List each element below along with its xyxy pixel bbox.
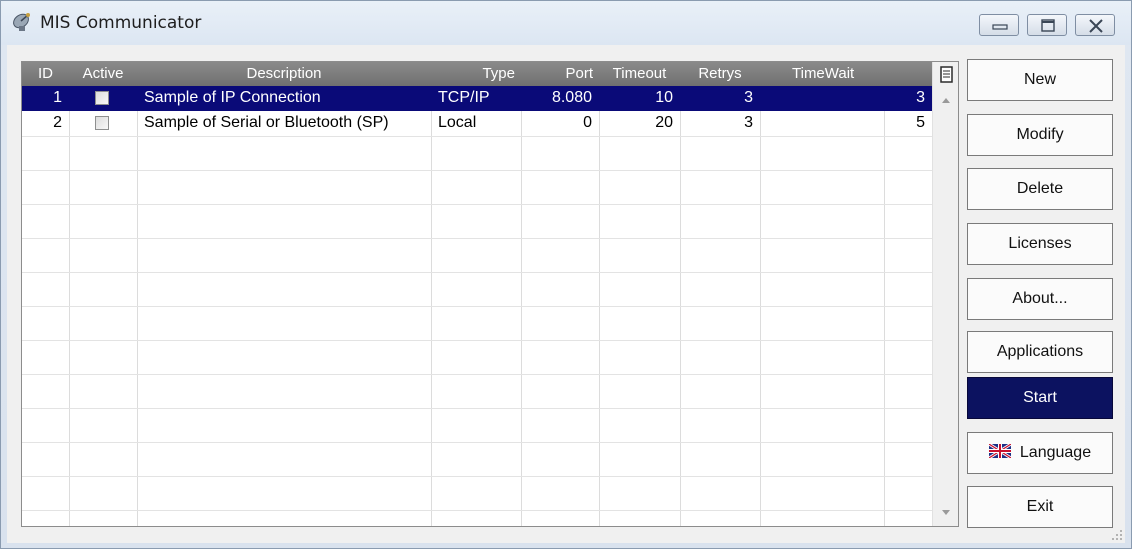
cell-type: TCP/IP (438, 89, 490, 106)
resize-grip-icon[interactable] (1111, 529, 1123, 541)
window-title: MIS Communicator (40, 13, 202, 33)
modify-button[interactable]: Modify (967, 114, 1113, 156)
cell-timewait: 5 (916, 114, 925, 131)
row-divider (22, 306, 932, 307)
cell-description: Sample of Serial or Bluetooth (SP) (144, 114, 389, 131)
active-checkbox[interactable] (95, 91, 109, 105)
vertical-scrollbar[interactable] (932, 62, 958, 526)
cell-id: 2 (53, 114, 62, 131)
table-row[interactable]: 2 Sample of Serial or Bluetooth (SP) Loc… (22, 111, 932, 136)
exit-button[interactable]: Exit (967, 486, 1113, 528)
applications-button[interactable]: Applications (967, 331, 1113, 373)
cell-timeout: 10 (655, 89, 673, 106)
satellite-dish-icon (11, 11, 33, 33)
minimize-icon (992, 24, 1008, 30)
row-divider (22, 204, 932, 205)
cell-retrys: 3 (744, 114, 753, 131)
row-divider (22, 408, 932, 409)
column-header-id[interactable]: ID (22, 62, 69, 86)
app-window: MIS Communicator ID Active Description T… (0, 0, 1132, 549)
column-header-retrys[interactable]: Retrys (680, 62, 760, 86)
close-button[interactable] (1075, 14, 1115, 36)
cell-active (69, 86, 137, 111)
language-label: Language (1019, 444, 1092, 461)
uk-flag-icon (988, 444, 1011, 459)
table-row[interactable]: 1 Sample of IP Connection TCP/IP 8.080 1… (22, 86, 932, 111)
maximize-icon (1041, 19, 1055, 32)
row-divider (22, 340, 932, 341)
new-button[interactable]: New (967, 59, 1113, 101)
scroll-up-icon[interactable] (933, 94, 959, 108)
connections-grid[interactable]: ID Active Description Type Port Timeout … (21, 61, 959, 527)
cell-description: Sample of IP Connection (144, 89, 321, 106)
row-divider (22, 238, 932, 239)
row-divider (22, 170, 932, 171)
row-divider (22, 510, 932, 511)
column-header-port[interactable]: Port (521, 62, 599, 86)
cell-active (69, 111, 137, 136)
row-divider (22, 476, 932, 477)
client-area: ID Active Description Type Port Timeout … (7, 45, 1125, 543)
column-header-description[interactable]: Description (137, 62, 431, 86)
column-header-active[interactable]: Active (69, 62, 137, 86)
grid-header: ID Active Description Type Port Timeout … (22, 62, 932, 86)
active-checkbox[interactable] (95, 116, 109, 130)
column-header-timeout[interactable]: Timeout (599, 62, 680, 86)
cell-timewait: 3 (916, 89, 925, 106)
start-button[interactable]: Start (967, 377, 1113, 419)
minimize-button[interactable] (979, 14, 1019, 36)
language-button[interactable]: Language (967, 432, 1113, 474)
cell-port: 0 (583, 114, 592, 131)
cell-id: 1 (53, 89, 62, 106)
about-button[interactable]: About... (967, 278, 1113, 320)
scroll-down-icon[interactable] (933, 506, 959, 520)
row-divider (22, 272, 932, 273)
close-icon (1089, 19, 1103, 33)
cell-port: 8.080 (551, 89, 592, 106)
title-bar[interactable]: MIS Communicator (1, 1, 1131, 45)
row-divider (22, 136, 932, 137)
licenses-button[interactable]: Licenses (967, 223, 1113, 265)
row-divider (22, 374, 932, 375)
delete-button[interactable]: Delete (967, 168, 1113, 210)
column-chooser-icon[interactable] (933, 64, 959, 88)
row-divider (22, 442, 932, 443)
cell-retrys: 3 (744, 89, 753, 106)
cell-timeout: 20 (655, 114, 673, 131)
column-header-timewait[interactable]: TimeWait (760, 62, 932, 86)
column-header-type[interactable]: Type (431, 62, 521, 86)
cell-type: Local (438, 114, 477, 131)
maximize-button[interactable] (1027, 14, 1067, 36)
